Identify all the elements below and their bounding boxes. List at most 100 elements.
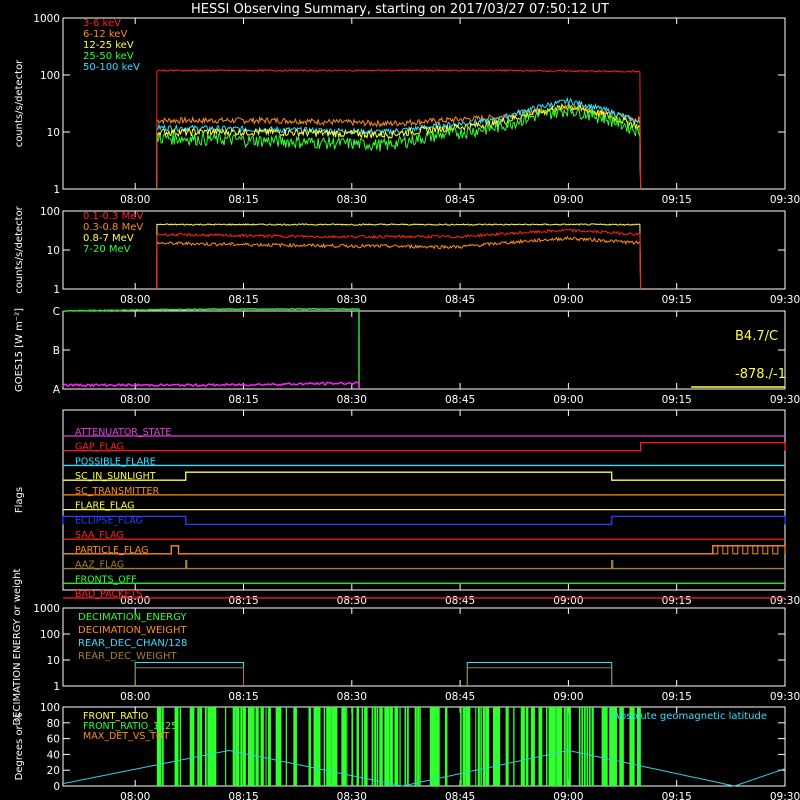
- front-ratio-bar: [179, 707, 182, 786]
- x-tick-label: 08:15: [228, 294, 258, 306]
- plot-frame: [62, 17, 786, 190]
- front-ratio-bar: [505, 707, 509, 786]
- front-ratio-bar: [250, 707, 254, 786]
- x-tick-label: 09:00: [553, 691, 583, 703]
- legend-entry: 25-50 keV: [83, 51, 134, 62]
- front-ratio-bar: [498, 707, 501, 786]
- panel-goes: 08:00 08:15 08:30 08:45 09:00 09:15 09:30 A B C GO…: [14, 306, 800, 406]
- flag-label: POSSIBLE_FLARE: [75, 456, 156, 467]
- flag-line-aaz_flag: [63, 559, 785, 570]
- x-tick-label: 08:15: [228, 691, 258, 703]
- x-tick-label: 09:00: [553, 791, 583, 800]
- x-tick-label: 08:00: [120, 194, 150, 206]
- x-tick-label: 08:30: [337, 791, 367, 800]
- x-tick-label: 09:30: [770, 194, 800, 206]
- y-tick-label: 100: [40, 629, 60, 641]
- front-ratio-bar: [477, 707, 480, 786]
- y-tick-label: C: [53, 306, 60, 318]
- flag-label: FRONTS_OFF: [75, 574, 137, 585]
- legend-entry: DECIMATION_ENERGY: [78, 612, 187, 623]
- front-ratio-bar: [389, 707, 393, 786]
- series-line-6-12-keV: [156, 103, 642, 190]
- series-line-12-25-keV: [156, 102, 642, 190]
- series-line-0.3-0.8-MeV: [156, 235, 642, 290]
- front-ratio-bar: [268, 707, 271, 786]
- y-tick-label: 100: [40, 206, 60, 218]
- y-tick-label: 100: [40, 702, 60, 714]
- right-legend-label: Absolute geomagnetic latitude: [613, 711, 767, 722]
- front-ratio-bar: [285, 707, 288, 786]
- front-ratio-bar: [318, 707, 321, 786]
- y-tick-label: 80: [47, 718, 60, 730]
- front-ratio-bar: [225, 707, 227, 786]
- front-ratio-bar: [328, 707, 332, 786]
- y-tick-label: 1: [53, 284, 60, 296]
- goes-series-line: [63, 307, 360, 390]
- front-ratio-bar: [161, 707, 164, 786]
- front-ratio-bar: [240, 707, 243, 786]
- x-tick-label: 08:15: [228, 791, 258, 800]
- x-tick-label: 08:00: [120, 691, 150, 703]
- particle-flag-pulse: [772, 545, 779, 555]
- x-tick-label: 09:00: [553, 394, 583, 406]
- y-axis-label: DECIMATION ENERGY or weight: [12, 568, 23, 725]
- front-ratio-bar: [356, 707, 360, 786]
- y-tick-label: B: [53, 345, 60, 357]
- legend-entry: REAR_DEC_WEIGHT: [78, 651, 177, 662]
- x-tick-label: 08:15: [228, 595, 258, 607]
- front-ratio-bar: [255, 707, 259, 786]
- x-tick-label: 08:00: [120, 394, 150, 406]
- front-ratio-bar: [204, 707, 207, 786]
- x-tick-label: 09:30: [770, 394, 800, 406]
- hessi-summary-figure: HESSI Observing Summary, starting on 201…: [12, 2, 800, 800]
- flag-line-sc_in_sunlight: [63, 471, 785, 481]
- flag-label: GAP_FLAG: [75, 442, 124, 453]
- x-tick-label: 08:45: [445, 394, 475, 406]
- front-ratio-bar: [462, 707, 466, 786]
- front-ratio-bar: [460, 707, 462, 786]
- plot-frame: [62, 310, 786, 390]
- plot-frame: [62, 210, 786, 290]
- front-ratio-bar: [482, 707, 486, 786]
- x-tick-label: 08:45: [445, 691, 475, 703]
- front-ratio-bar: [371, 707, 374, 786]
- front-ratio-bar: [308, 707, 311, 786]
- particle-flag-pulse: [732, 545, 739, 555]
- y-tick-label: 10: [47, 245, 60, 257]
- flag-label: SAA_FLAG: [75, 530, 124, 541]
- decimation-step: [134, 667, 244, 686]
- goes-annotation: B4.7/C: [735, 329, 778, 344]
- decimation-step: [466, 667, 613, 686]
- front-ratio-bar: [379, 707, 383, 786]
- legend-entry: 0.3-0.8 MeV: [83, 222, 143, 233]
- particle-flag-pulse: [762, 545, 769, 555]
- front-ratio-bar: [437, 707, 440, 786]
- goes-annotation: -878./-1: [735, 367, 786, 382]
- series-line-3-6-keV: [156, 69, 642, 190]
- front-ratio-bar: [495, 707, 499, 786]
- legend-entry: 0.8-7 MeV: [83, 233, 134, 244]
- front-ratio-bar: [242, 707, 246, 786]
- legend-entry: REAR_DEC_CHAN/128: [78, 638, 187, 649]
- front-ratio-bar: [407, 707, 409, 786]
- legend-entry: 12-25 keV: [83, 40, 134, 51]
- x-tick-label: 08:45: [445, 194, 475, 206]
- legend-entry: 50-100 keV: [83, 62, 140, 73]
- front-ratio-bar: [475, 707, 477, 786]
- front-ratio-bar: [351, 707, 354, 786]
- y-tick-label: 10: [47, 655, 60, 667]
- x-tick-label: 09:30: [770, 691, 800, 703]
- front-ratio-bar: [386, 707, 390, 786]
- front-ratio-bar: [247, 707, 251, 786]
- flag-label: PARTICLE_FLAG: [75, 545, 148, 556]
- y-tick-label: 40: [47, 749, 60, 761]
- front-ratio-bar: [604, 707, 608, 786]
- front-ratio-bar: [177, 707, 179, 786]
- front-ratio-bar: [199, 707, 203, 786]
- front-ratio-bar: [568, 707, 571, 786]
- flag-label: ATTENUATOR_STATE: [75, 427, 171, 438]
- y-tick-label: 1000: [33, 603, 60, 615]
- front-ratio-bar: [197, 707, 200, 786]
- panel-lightcurve-low: 08:00 08:15 08:30 08:45 09:00 09:15 09:30 1 10 10…: [14, 13, 800, 206]
- x-tick-label: 09:15: [662, 595, 692, 607]
